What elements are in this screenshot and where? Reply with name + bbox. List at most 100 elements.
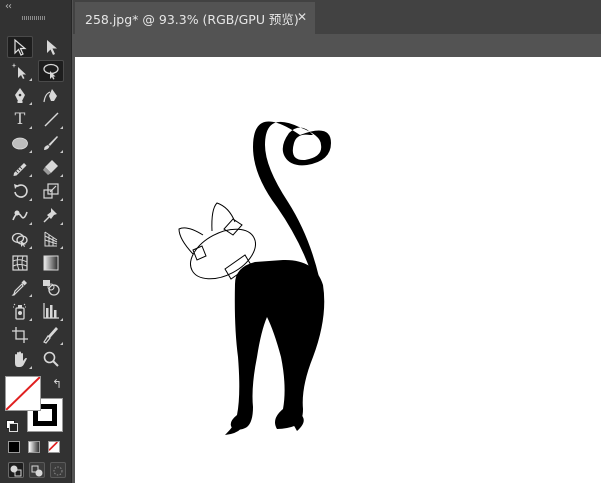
tool-group-indicator xyxy=(29,150,32,153)
cat-body[interactable] xyxy=(230,259,325,430)
perspective-grid-tool[interactable] xyxy=(38,228,64,250)
tool-group-indicator xyxy=(60,198,63,201)
tool-group-indicator xyxy=(29,222,32,225)
warp-icon xyxy=(12,210,28,221)
brush-icon xyxy=(44,136,58,150)
perspective-grid-icon xyxy=(44,231,58,247)
direct-selection-tool[interactable] xyxy=(38,36,64,58)
curvature-tool[interactable] xyxy=(38,84,64,106)
tool-group-indicator xyxy=(60,342,63,345)
document-tab-bar: 258.jpg* @ 93.3% (RGB/GPU 预览) ✕ xyxy=(73,0,601,34)
shape-builder-tool[interactable] xyxy=(7,228,33,250)
puppet-warp-tool[interactable] xyxy=(38,204,64,226)
hand-icon xyxy=(15,351,27,367)
blend-icon xyxy=(43,280,60,296)
lasso-tool[interactable] xyxy=(38,60,64,82)
tool-group-indicator xyxy=(29,78,32,81)
column-graph-tool[interactable] xyxy=(38,300,64,322)
close-tab-icon[interactable]: ✕ xyxy=(297,10,307,24)
fill-swatch[interactable] xyxy=(5,376,41,411)
draw-behind-icon xyxy=(31,465,43,477)
draw-inside-button[interactable] xyxy=(50,462,66,478)
color-mode-button[interactable] xyxy=(8,441,20,453)
workspace-strip xyxy=(73,34,601,56)
eyedropper-icon xyxy=(11,280,27,296)
symbol-sprayer-tool[interactable] xyxy=(7,300,33,322)
arrow-pointer-outline-icon xyxy=(14,38,27,56)
eyedropper-tool[interactable] xyxy=(7,276,33,298)
rotate-tool[interactable] xyxy=(7,180,33,202)
ellipse-icon xyxy=(12,137,28,150)
gradient-tool[interactable] xyxy=(38,252,64,274)
tool-group-indicator xyxy=(29,318,32,321)
pencil-icon xyxy=(13,163,27,176)
tools-panel-header[interactable]: ‹‹ xyxy=(0,0,72,26)
document-tab-title: 258.jpg* @ 93.3% (RGB/GPU 预览) xyxy=(85,11,299,27)
document-tab[interactable]: 258.jpg* @ 93.3% (RGB/GPU 预览) ✕ xyxy=(75,2,315,34)
bar-graph-icon xyxy=(43,303,59,319)
mesh-icon xyxy=(12,255,28,271)
eraser-tool[interactable] xyxy=(38,156,64,178)
tool-group-indicator xyxy=(60,222,63,225)
artboard-tool[interactable] xyxy=(7,324,33,346)
line-segment-tool[interactable] xyxy=(38,108,64,130)
tool-group-indicator xyxy=(29,294,32,297)
tool-group-indicator xyxy=(29,246,32,249)
none-mode-button[interactable] xyxy=(48,441,60,453)
selection-tool[interactable] xyxy=(7,36,33,58)
pen-nib-icon xyxy=(15,88,25,103)
swap-fill-stroke-icon[interactable]: ↰ xyxy=(52,377,62,391)
default-fill-stroke-icon[interactable] xyxy=(6,420,18,432)
draw-normal-button[interactable] xyxy=(8,462,24,478)
gradient-mode-button[interactable] xyxy=(28,441,40,453)
magic-wand-tool[interactable] xyxy=(7,60,33,82)
tool-group-indicator xyxy=(60,246,63,249)
tool-group-indicator xyxy=(29,174,32,177)
ellipse-tool[interactable] xyxy=(7,132,33,154)
cat-tail[interactable] xyxy=(253,121,331,278)
tool-group-indicator xyxy=(60,318,63,321)
tool-group-indicator xyxy=(29,102,32,105)
mesh-tool[interactable] xyxy=(7,252,33,274)
panel-grip-icon[interactable] xyxy=(22,16,46,20)
tool-group-indicator xyxy=(60,126,63,129)
tool-group-indicator xyxy=(29,126,32,129)
tool-group-indicator xyxy=(29,366,32,369)
warp-tool[interactable] xyxy=(7,204,33,226)
artboard-canvas[interactable] xyxy=(75,57,601,483)
slice-tool[interactable] xyxy=(38,324,64,346)
type-tool[interactable]: T xyxy=(7,108,33,130)
draw-inside-icon xyxy=(53,466,63,476)
color-mode-row xyxy=(8,441,66,455)
tool-group-indicator xyxy=(60,174,63,177)
magnifier-icon xyxy=(43,351,59,367)
cat-artwork[interactable] xyxy=(75,57,601,483)
eraser-icon xyxy=(43,160,58,175)
cat-left-foot[interactable] xyxy=(225,412,247,435)
rotate-icon xyxy=(14,184,28,198)
shaper-tool[interactable] xyxy=(7,156,33,178)
blend-tool[interactable] xyxy=(38,276,64,298)
gradient-icon xyxy=(43,255,59,271)
tool-group-indicator xyxy=(60,150,63,153)
scale-tool[interactable] xyxy=(38,180,64,202)
collapse-panel-icon[interactable]: ‹‹ xyxy=(5,2,12,12)
line-icon xyxy=(44,112,59,127)
draw-behind-button[interactable] xyxy=(29,462,45,478)
tool-group-indicator xyxy=(29,198,32,201)
fill-stroke-widget: ↰ xyxy=(5,376,69,438)
fill-none-icon xyxy=(6,377,40,410)
draw-normal-icon xyxy=(10,465,22,477)
magic-wand-icon xyxy=(11,63,26,79)
symbol-sprayer-icon xyxy=(13,303,26,320)
curvature-pen-icon xyxy=(43,89,57,103)
zoom-tool[interactable] xyxy=(38,348,64,370)
pen-tool[interactable] xyxy=(7,84,33,106)
draw-mode-row xyxy=(8,462,66,478)
shape-builder-icon xyxy=(11,232,28,247)
type-T-icon: T xyxy=(14,109,26,128)
paintbrush-tool[interactable] xyxy=(38,132,64,154)
hand-tool[interactable] xyxy=(7,348,33,370)
pin-icon xyxy=(43,208,57,223)
none-icon xyxy=(49,442,58,451)
